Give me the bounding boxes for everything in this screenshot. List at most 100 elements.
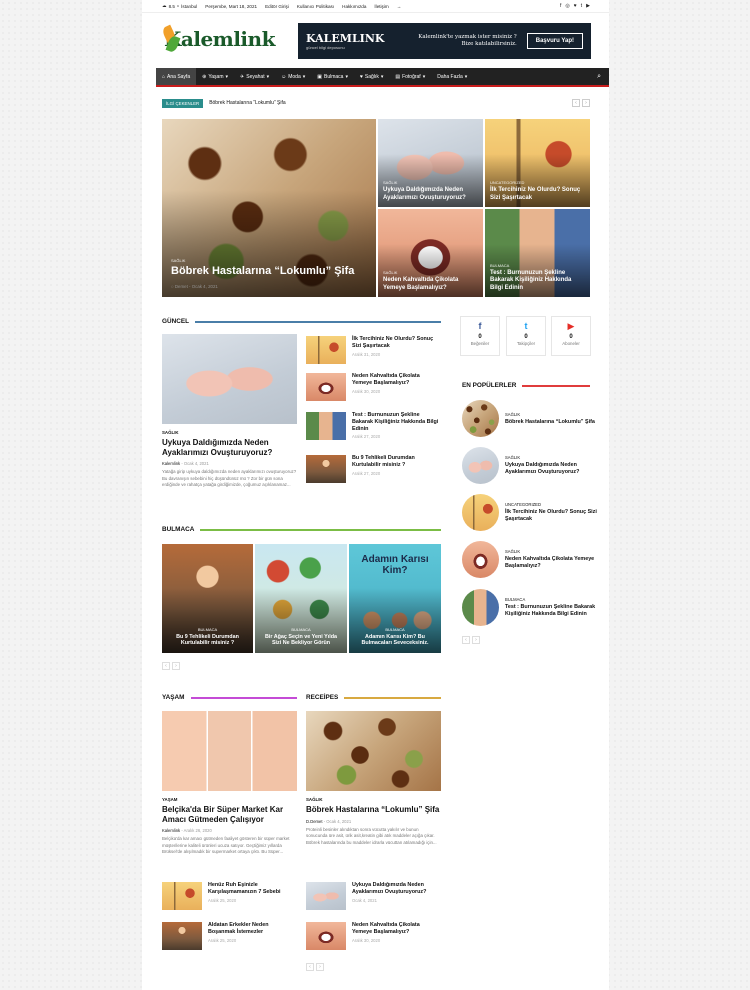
top-link-editor[interactable]: Editör Girişi [265,4,289,9]
yasam-main-category[interactable]: YAŞAM [162,797,297,802]
nav-home[interactable]: ⌂ Ana Sayfa [156,68,197,85]
receipes-main-category[interactable]: SAĞLIK [306,797,441,802]
yasam-main-author[interactable]: Kalemlink [162,828,180,833]
guncel-list-item[interactable]: Neden Kahvaltıda Çikolata Yemeye Başlama… [306,373,441,401]
chevron-left-icon[interactable]: ‹ [162,662,170,670]
nav-yasam[interactable]: ⊕ Yaşam ▾ [196,68,234,85]
yasam-list-item[interactable]: Aldatan Erkekler Neden Boşanmak İstemezl… [162,922,297,950]
nav-more[interactable]: Daha Fazla ▾ [431,68,473,85]
guncel-main-author[interactable]: Kalemlink [162,461,180,466]
list-title[interactable]: Aldatan Erkekler Neden Boşanmak İstemezl… [208,922,297,936]
popular-thumb[interactable] [462,541,499,578]
site-logo[interactable]: Kalemlink [161,18,275,60]
popular-category[interactable]: SAĞLIK [505,549,609,554]
bulmaca-card[interactable]: BULMACA Bir Ağaç Seçin ve Yeni Yılda Sizi… [255,544,347,653]
hero-main[interactable]: SAĞLIK Böbrek Hastalarına “Lokumlu” Şifa… [162,119,376,297]
top-link-contact[interactable]: İletişim [374,4,388,9]
hero-tile-3[interactable]: SAĞLIK Neden Kahvaltıda Çikolata Yemeye … [378,209,483,297]
list-thumb[interactable] [306,412,346,440]
chevron-left-icon[interactable]: ‹ [306,963,314,971]
list-title[interactable]: İlk Tercihiniz Ne Olurdu? Sonuç Sizi Şaş… [352,336,441,350]
list-thumb[interactable] [306,336,346,364]
nav-saglik[interactable]: ♥ Sağlık ▾ [354,68,389,85]
popular-thumb[interactable] [462,447,499,484]
chevron-left-icon[interactable]: ‹ [462,636,470,644]
popular-title[interactable]: İlk Tercihiniz Ne Olurdu? Sonuç Sizi Şaş… [505,509,609,523]
popular-category[interactable]: BULMACA [505,597,609,602]
popular-category[interactable]: SAĞLIK [505,455,609,460]
ad-apply-button[interactable]: Başvuru Yap! [526,33,583,49]
bulmaca-card[interactable]: BULMACA Bu 9 Tehlikeli Durumdan Kurtulabi… [162,544,253,653]
login-arrow-icon[interactable]: → [397,4,402,9]
popular-title[interactable]: Uykuya Daldığımızda Neden Ayaklarımızı O… [505,462,609,476]
guncel-main-image[interactable] [162,334,297,424]
yasam-main-image[interactable] [162,711,297,791]
yasam-main-title[interactable]: Belçika'da Bir Süper Market Kar Amacı Gü… [162,805,297,824]
popular-item[interactable]: BULMACA Test : Burnunuzun Şekline Bakarak… [462,589,609,626]
hero-tile-1[interactable]: SAĞLIK Uykuya Daldığımızda Neden Ayaklar… [378,119,483,207]
nav-seyahat[interactable]: ✈ Seyahat ▾ [234,68,275,85]
hero-tile-2[interactable]: UNCATEGORIZED İlk Tercihiniz Ne Olurdu? … [485,119,590,207]
guncel-list-item[interactable]: Test : Burnunuzun Şekline Bakarak Kişili… [306,412,441,440]
list-thumb[interactable] [306,455,346,483]
popular-thumb[interactable] [462,400,499,437]
chevron-right-icon[interactable]: › [472,636,480,644]
guncel-main-category[interactable]: SAĞLIK [162,430,297,435]
popular-category[interactable]: UNCATEGORIZED [505,502,609,507]
instagram-icon[interactable]: ◎ [565,3,569,9]
popular-title[interactable]: Böbrek Hastalarına “Lokumlu” Şifa [505,419,595,426]
list-title[interactable]: Bu 9 Tehlikeli Durumdan Kurtulabilir mis… [352,455,441,469]
ad-banner[interactable]: KALEMLINK güncel bilgi deposunu Kalemlin… [298,23,591,59]
pinterest-icon[interactable]: ♥ [574,3,577,9]
search-icon[interactable]: ⌕ [597,73,601,81]
receipes-main-image[interactable] [306,711,441,791]
popular-item[interactable]: UNCATEGORIZED İlk Tercihiniz Ne Olurdu? S… [462,494,609,531]
chevron-right-icon[interactable]: › [172,662,180,670]
list-thumb[interactable] [306,373,346,401]
popular-category[interactable]: SAĞLIK [505,412,595,417]
receipes-main-title[interactable]: Böbrek Hastalarına “Lokumlu” Şifa [306,805,441,815]
twitter-icon[interactable]: t [581,3,582,9]
list-thumb[interactable] [162,922,202,950]
section-title: BULMACA [162,526,195,533]
list-thumb[interactable] [306,882,346,910]
receipes-list-item[interactable]: Uykuya Daldığımızda Neden Ayaklarımızı O… [306,882,441,910]
social-twitter-box[interactable]: t 0 Takipçiler [506,316,546,356]
popular-thumb[interactable] [462,494,499,531]
list-title[interactable]: Uykuya Daldığımızda Neden Ayaklarımızı O… [352,882,441,896]
popular-thumb[interactable] [462,589,499,626]
top-link-policy[interactable]: Kullanıcı Politikası [297,4,334,9]
list-title[interactable]: Test : Burnunuzun Şekline Bakarak Kişili… [352,412,441,432]
receipes-list-item[interactable]: Neden Kahvaltıda Çikolata Yemeye Başlama… [306,922,441,950]
nav-fotograf[interactable]: ▤ Fotoğraf ▾ [389,68,431,85]
yasam-list-item[interactable]: Henüz Ruh Eşinizle Karşılaşmamanızın 7 S… [162,882,297,910]
facebook-icon[interactable]: f [560,3,561,9]
popular-item[interactable]: SAĞLIK Neden Kahvaltıda Çikolata Yemeye B… [462,541,609,578]
guncel-list-item[interactable]: Bu 9 Tehlikeli Durumdan Kurtulabilir mis… [306,455,441,483]
list-thumb[interactable] [306,922,346,950]
guncel-main-title[interactable]: Uykuya Daldığımızda Neden Ayaklarımızı O… [162,438,297,457]
plane-icon: ✈ [240,73,245,80]
chevron-left-icon[interactable]: ‹ [572,99,580,107]
popular-title[interactable]: Test : Burnunuzun Şekline Bakarak Kişili… [505,604,609,618]
popular-title[interactable]: Neden Kahvaltıda Çikolata Yemeye Başlama… [505,556,609,570]
bulmaca-card[interactable]: Adamın Karısı Kim? BULMACA Adamın Karısı … [349,544,441,653]
youtube-icon[interactable]: ▶ [586,3,590,9]
social-youtube-box[interactable]: ▶ 0 Aboneler [551,316,591,356]
top-link-about[interactable]: Hakkımızda [342,4,366,9]
hero-tile-4[interactable]: BULMACA Test : Burnunuzun Şekline Bakara… [485,209,590,297]
popular-item[interactable]: SAĞLIK Böbrek Hastalarına “Lokumlu” Şifa [462,400,595,437]
nav-moda[interactable]: ☺ Moda ▾ [275,68,311,85]
chevron-right-icon[interactable]: › [582,99,590,107]
list-title[interactable]: Neden Kahvaltıda Çikolata Yemeye Başlama… [352,922,441,936]
social-facebook-box[interactable]: f 0 Beğeniler [460,316,500,356]
guncel-list-item[interactable]: İlk Tercihiniz Ne Olurdu? Sonuç Sizi Şaş… [306,336,441,364]
list-title[interactable]: Neden Kahvaltıda Çikolata Yemeye Başlama… [352,373,441,387]
popular-item[interactable]: SAĞLIK Uykuya Daldığımızda Neden Ayakları… [462,447,609,484]
chevron-right-icon[interactable]: › [316,963,324,971]
nav-bulmaca[interactable]: ▣ Bulmaca ▾ [311,68,354,85]
receipes-main-author[interactable]: D.Demet [306,819,323,824]
list-thumb[interactable] [162,882,202,910]
trending-headline[interactable]: Böbrek Hastalarına “Lokumlu” Şifa [209,100,285,106]
list-title[interactable]: Henüz Ruh Eşinizle Karşılaşmamanızın 7 S… [208,882,297,896]
